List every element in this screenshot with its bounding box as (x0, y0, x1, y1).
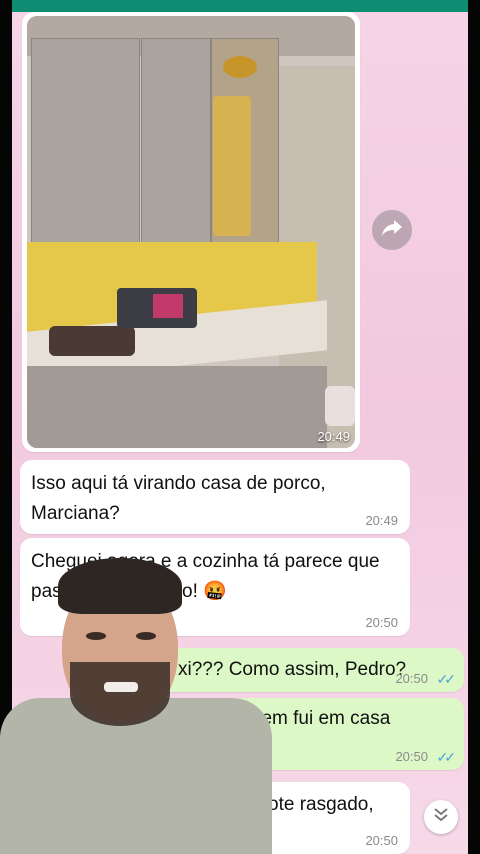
scroll-to-bottom-button[interactable] (424, 800, 458, 834)
message-time: 20:49 (365, 513, 398, 528)
photo-splash (223, 56, 257, 78)
photo-stain (213, 96, 251, 236)
message-text: ote rasgado, (268, 794, 374, 815)
person-eye (86, 632, 106, 640)
photo-message[interactable]: 20:49 (22, 12, 360, 452)
photo-dish-rack (153, 294, 183, 318)
person-hair (58, 558, 182, 614)
message-bubble-incoming[interactable]: Isso aqui tá virando casa de porco, Marc… (20, 460, 410, 534)
read-receipt-icon: ✓✓ (436, 671, 457, 687)
forward-icon (382, 219, 402, 241)
header-bar (12, 0, 468, 12)
photo-sink (49, 326, 135, 356)
photo-cabinet (141, 38, 211, 248)
message-time: 20:49 (317, 429, 350, 444)
person-mouth (104, 682, 138, 692)
read-receipt-icon: ✓✓ (436, 749, 457, 765)
message-time: 20:50 (365, 615, 398, 630)
kitchen-photo[interactable] (27, 16, 355, 448)
person-eye (136, 632, 156, 640)
message-time: 20:50 (365, 833, 398, 848)
message-time: 20:50 (395, 749, 428, 764)
forward-button[interactable] (372, 210, 412, 250)
photo-cabinet (31, 38, 140, 248)
message-time: 20:50 (395, 671, 428, 686)
chevron-double-down-icon (433, 807, 449, 827)
message-text: Isso aqui tá virando casa de porco, Marc… (31, 473, 326, 524)
facecam-overlay (0, 558, 272, 854)
photo-lower-cabinets (27, 366, 327, 448)
person-beard (70, 662, 170, 726)
photo-bag (325, 386, 355, 426)
right-frame (468, 0, 480, 854)
